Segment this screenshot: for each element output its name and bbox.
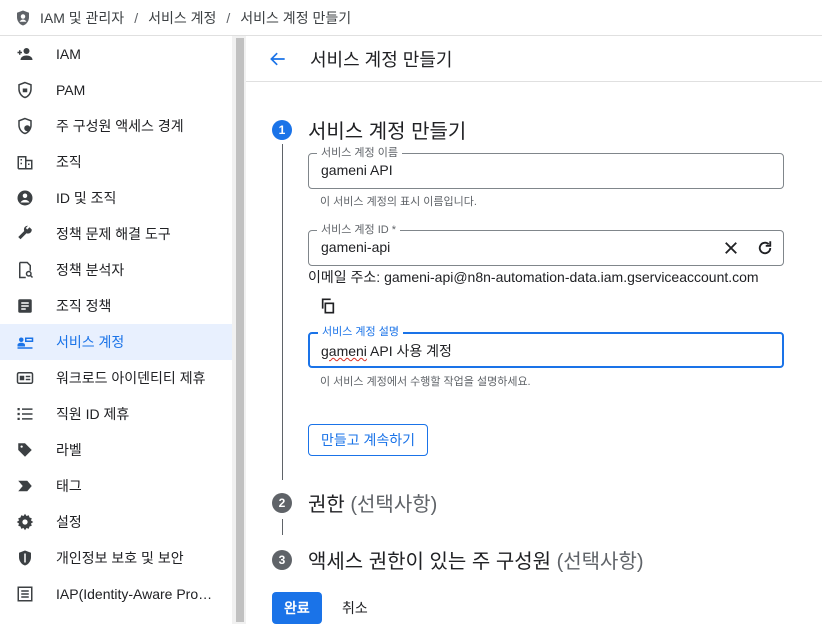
service-account-id-value[interactable]: gameni-api xyxy=(321,239,390,255)
person-add-icon xyxy=(0,45,56,63)
sidebar-item-label: 개인정보 보호 및 보안 xyxy=(56,550,184,566)
main-content: 서비스 계정 만들기 1 서비스 계정 만들기 서비스 계정 이름 gameni… xyxy=(246,36,822,624)
shield-icon xyxy=(0,549,56,567)
service-account-name-value[interactable]: gameni API xyxy=(321,162,393,178)
sidebar: IAM PAM 주 구성원 액세스 경계 조직 ID 및 조직 정책 문제 해결… xyxy=(0,36,232,624)
sidebar-item-label: PAM xyxy=(56,82,86,98)
sidebar-item-privacy-security[interactable]: 개인정보 보호 및 보안 xyxy=(0,540,232,576)
cancel-button[interactable]: 취소 xyxy=(334,592,376,624)
wrench-icon xyxy=(0,225,56,243)
sidebar-scrollbar-thumb[interactable] xyxy=(236,38,244,622)
service-account-name-field[interactable]: 서비스 계정 이름 gameni API xyxy=(308,147,784,189)
sidebar-item-label: 라벨 xyxy=(56,442,82,458)
sidebar-item-organization-policy[interactable]: 조직 정책 xyxy=(0,288,232,324)
email-prefix: 이메일 주소: xyxy=(308,269,385,285)
sidebar-item-policy-analyzer[interactable]: 정책 분석자 xyxy=(0,252,232,288)
refresh-icon[interactable] xyxy=(755,238,775,258)
sidebar-item-workforce-identity-federation[interactable]: 직원 ID 제휴 xyxy=(0,396,232,432)
sidebar-item-label: 태그 xyxy=(56,478,82,494)
building-icon xyxy=(0,153,56,171)
chevron-tag-icon xyxy=(0,477,56,495)
sidebar-item-policy-troubleshooter[interactable]: 정책 문제 해결 도구 xyxy=(0,216,232,252)
step-1-header: 1 서비스 계정 만들기 xyxy=(272,115,466,144)
sidebar-item-label: IAP(Identity-Aware Pro… xyxy=(56,586,213,602)
tag-icon xyxy=(0,441,56,459)
doc-search-icon xyxy=(0,261,56,279)
step-title: 액세스 권한이 있는 주 구성원 (선택사항) xyxy=(308,551,644,573)
account-circle-icon xyxy=(0,189,56,207)
gear-icon xyxy=(0,513,56,531)
sidebar-item-label: 워크로드 아이덴티티 제휴 xyxy=(56,370,206,386)
breadcrumb-separator: / xyxy=(134,9,139,26)
service-account-description-hint: 이 서비스 계정에서 수행할 작업을 설명하세요. xyxy=(320,376,531,388)
field-label: 서비스 계정 ID * xyxy=(317,224,401,236)
sidebar-item-id-and-organization[interactable]: ID 및 조직 xyxy=(0,180,232,216)
sidebar-item-service-accounts[interactable]: 서비스 계정 xyxy=(0,324,232,360)
sidebar-item-tags[interactable]: 태그 xyxy=(0,468,232,504)
step-3-header[interactable]: 3 액세스 권한이 있는 주 구성원 (선택사항) xyxy=(272,545,644,574)
service-account-description-field[interactable]: 서비스 계정 설명 gameni API 사용 계정 xyxy=(308,326,784,368)
iap-icon xyxy=(0,585,56,603)
service-account-name-hint: 이 서비스 계정의 표시 이름입니다. xyxy=(320,196,477,208)
list-doc-icon xyxy=(0,297,56,315)
step-title: 서비스 계정 만들기 xyxy=(308,121,467,143)
done-button[interactable]: 완료 xyxy=(272,592,322,624)
sidebar-item-label: IAM xyxy=(56,46,81,62)
sidebar-item-pam[interactable]: PAM xyxy=(0,72,232,108)
breadcrumb-item-create: 서비스 계정 만들기 xyxy=(240,9,352,26)
shield-account-icon xyxy=(14,9,32,27)
sidebar-item-label: 정책 분석자 xyxy=(56,262,125,278)
email-address: gameni-api@n8n-automation-data.iam.gserv… xyxy=(384,269,759,285)
sidebar-item-iap[interactable]: IAP(Identity-Aware Pro… xyxy=(0,576,232,612)
sidebar-item-organization[interactable]: 조직 xyxy=(0,144,232,180)
page-header: 서비스 계정 만들기 xyxy=(246,36,822,82)
sidebar-item-principal-access-boundary[interactable]: 주 구성원 액세스 경계 xyxy=(0,108,232,144)
shield-lock-icon xyxy=(0,81,56,99)
sidebar-item-iam[interactable]: IAM xyxy=(0,36,232,72)
step-connector xyxy=(282,144,283,480)
step-number: 1 xyxy=(272,119,292,140)
breadcrumb-item-iam[interactable]: IAM 및 관리자 xyxy=(40,8,124,28)
sidebar-item-label: 설정 xyxy=(56,514,82,530)
step-connector xyxy=(282,519,283,535)
sidebar-item-label: 직원 ID 제휴 xyxy=(56,406,130,422)
step-title: 권한 (선택사항) xyxy=(308,494,438,516)
service-account-id-field[interactable]: 서비스 계정 ID * gameni-api xyxy=(308,224,784,266)
list-icon xyxy=(0,405,56,423)
sidebar-item-label: 조직 정책 xyxy=(56,298,112,314)
page-title: 서비스 계정 만들기 xyxy=(310,49,453,70)
step-number: 2 xyxy=(272,492,292,513)
clear-icon[interactable] xyxy=(721,238,741,258)
field-label: 서비스 계정 설명 xyxy=(318,326,403,338)
id-card-icon xyxy=(0,369,56,387)
sidebar-item-label: 서비스 계정 xyxy=(56,334,125,350)
service-account-icon xyxy=(0,333,56,351)
back-arrow-icon[interactable] xyxy=(260,41,296,77)
field-label: 서비스 계정 이름 xyxy=(317,147,402,159)
sidebar-item-label: ID 및 조직 xyxy=(56,190,117,206)
sidebar-item-label: 정책 문제 해결 도구 xyxy=(56,226,171,242)
copy-icon[interactable] xyxy=(320,298,336,314)
step-number: 3 xyxy=(272,549,292,570)
email-address-line: 이메일 주소: gameni-api@n8n-automation-data.i… xyxy=(308,267,759,287)
service-account-description-value[interactable]: gameni API 사용 계정 xyxy=(321,341,452,361)
sidebar-item-workload-identity-federation[interactable]: 워크로드 아이덴티티 제휴 xyxy=(0,360,232,396)
sidebar-scrollbar[interactable] xyxy=(232,36,246,624)
sidebar-item-labels[interactable]: 라벨 xyxy=(0,432,232,468)
shield-person-icon xyxy=(0,117,56,135)
breadcrumb-separator: / xyxy=(226,9,231,26)
create-and-continue-button[interactable]: 만들고 계속하기 xyxy=(308,424,429,456)
sidebar-item-label: 조직 xyxy=(56,154,82,170)
sidebar-item-label: 주 구성원 액세스 경계 xyxy=(56,118,184,134)
step-2-header[interactable]: 2 권한 (선택사항) xyxy=(272,488,437,517)
sidebar-item-settings[interactable]: 설정 xyxy=(0,504,232,540)
breadcrumb-item-service-accounts[interactable]: 서비스 계정 xyxy=(148,8,216,28)
breadcrumb: IAM 및 관리자 / 서비스 계정 / 서비스 계정 만들기 xyxy=(0,0,822,36)
